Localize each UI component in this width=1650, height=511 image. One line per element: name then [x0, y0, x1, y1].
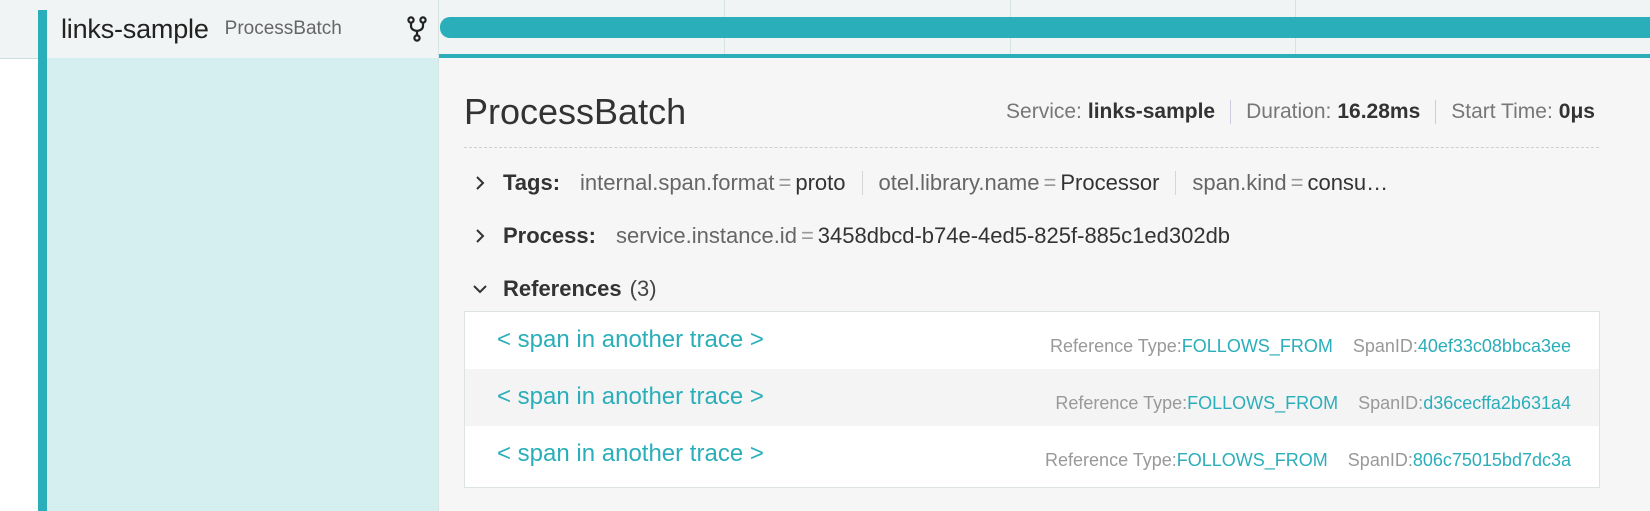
tag-item: internal.span.format = proto [580, 170, 845, 196]
start-time-value: 0μs [1558, 100, 1595, 123]
tag-key: internal.span.format [580, 170, 775, 195]
tag-value: consu… [1307, 170, 1389, 195]
equals-sign: = [778, 170, 792, 195]
reference-type-value: FOLLOWS_FROM [1187, 393, 1339, 413]
service-name: links-sample [61, 13, 209, 44]
reference-row[interactable]: < span in another trace > Reference Type… [465, 312, 1599, 369]
tags-section-header[interactable]: Tags: internal.span.format = proto otel.li… [471, 170, 1388, 196]
span-id-label: SpanID: [1352, 336, 1418, 356]
equals-sign: = [800, 223, 814, 248]
span-id-value: 806c75015bd7dc3a [1412, 450, 1571, 470]
span-indent-bar [38, 10, 47, 511]
divider [1230, 100, 1232, 124]
process-section-header[interactable]: Process: service.instance.id = 3458dbcd-b7… [471, 223, 1230, 249]
duration-label: Duration: [1246, 100, 1332, 123]
reference-meta: Reference Type:FOLLOWS_FROM SpanID:40ef33… [1050, 336, 1571, 357]
tags-label: Tags: [503, 170, 561, 195]
span-duration-bar[interactable] [440, 17, 1650, 38]
tag-key: span.kind [1192, 170, 1287, 195]
divider [1435, 100, 1437, 124]
process-label: Process: [503, 223, 596, 248]
reference-link[interactable]: < span in another trace > [497, 383, 764, 411]
tag-item: otel.library.name = Processor [879, 170, 1160, 196]
divider [464, 147, 1599, 148]
equals-sign: = [1290, 170, 1304, 195]
start-time-label: Start Time: [1451, 100, 1553, 123]
chevron-down-icon [473, 285, 487, 294]
reference-meta: Reference Type:FOLLOWS_FROM SpanID:d36cec… [1055, 393, 1571, 414]
operation-name: ProcessBatch [224, 18, 342, 39]
service-value: links-sample [1087, 100, 1216, 123]
span-row[interactable]: links-sample ProcessBatch [0, 0, 1650, 59]
reference-meta: Reference Type:FOLLOWS_FROM SpanID:806c75… [1045, 450, 1571, 471]
references-list: < span in another trace > Reference Type… [464, 311, 1600, 488]
span-id-label: SpanID: [1347, 450, 1413, 470]
span-id-value: d36cecffa2b631a4 [1423, 393, 1571, 413]
reference-type-label: Reference Type: [1055, 393, 1188, 413]
service-label: Service: [1006, 100, 1082, 123]
span-name-column-fill [47, 58, 438, 511]
span-id-label: SpanID: [1358, 393, 1424, 413]
references-count: (3) [629, 276, 657, 301]
duration-value: 16.28ms [1337, 100, 1421, 123]
reference-type-value: FOLLOWS_FROM [1176, 450, 1328, 470]
divider [861, 171, 863, 195]
references-label: References [503, 276, 622, 301]
reference-link[interactable]: < span in another trace > [497, 326, 764, 354]
tag-value: Processor [1060, 170, 1160, 195]
span-detail-panel: ProcessBatch Service: links-sample Durat… [439, 58, 1650, 511]
span-id-value: 40ef33c08bbca3ee [1417, 336, 1571, 356]
references-section-header[interactable]: References (3) [471, 276, 657, 302]
tag-value: proto [795, 170, 846, 195]
equals-sign: = [1043, 170, 1057, 195]
reference-type-label: Reference Type: [1050, 336, 1182, 356]
process-item: service.instance.id = 3458dbcd-b74e-4ed5-8… [616, 223, 1230, 249]
process-value: 3458dbcd-b74e-4ed5-825f-885c1ed302db [817, 223, 1231, 248]
tag-item: span.kind = consu… [1192, 170, 1388, 196]
reference-row[interactable]: < span in another trace > Reference Type… [465, 426, 1599, 483]
divider [1175, 171, 1177, 195]
reference-link[interactable]: < span in another trace > [497, 440, 764, 468]
span-name-cell[interactable]: links-sample ProcessBatch [47, 0, 438, 58]
chevron-right-icon [476, 176, 485, 190]
span-detail-title: ProcessBatch [464, 91, 687, 132]
tag-key: otel.library.name [878, 170, 1040, 195]
reference-type-value: FOLLOWS_FROM [1181, 336, 1333, 356]
reference-type-label: Reference Type: [1045, 450, 1177, 470]
chevron-right-icon [476, 229, 485, 243]
span-overview: Service: links-sample Duration: 16.28ms … [1006, 100, 1595, 124]
fork-icon [407, 16, 427, 42]
process-key: service.instance.id [615, 223, 797, 248]
reference-row[interactable]: < span in another trace > Reference Type… [465, 369, 1599, 426]
